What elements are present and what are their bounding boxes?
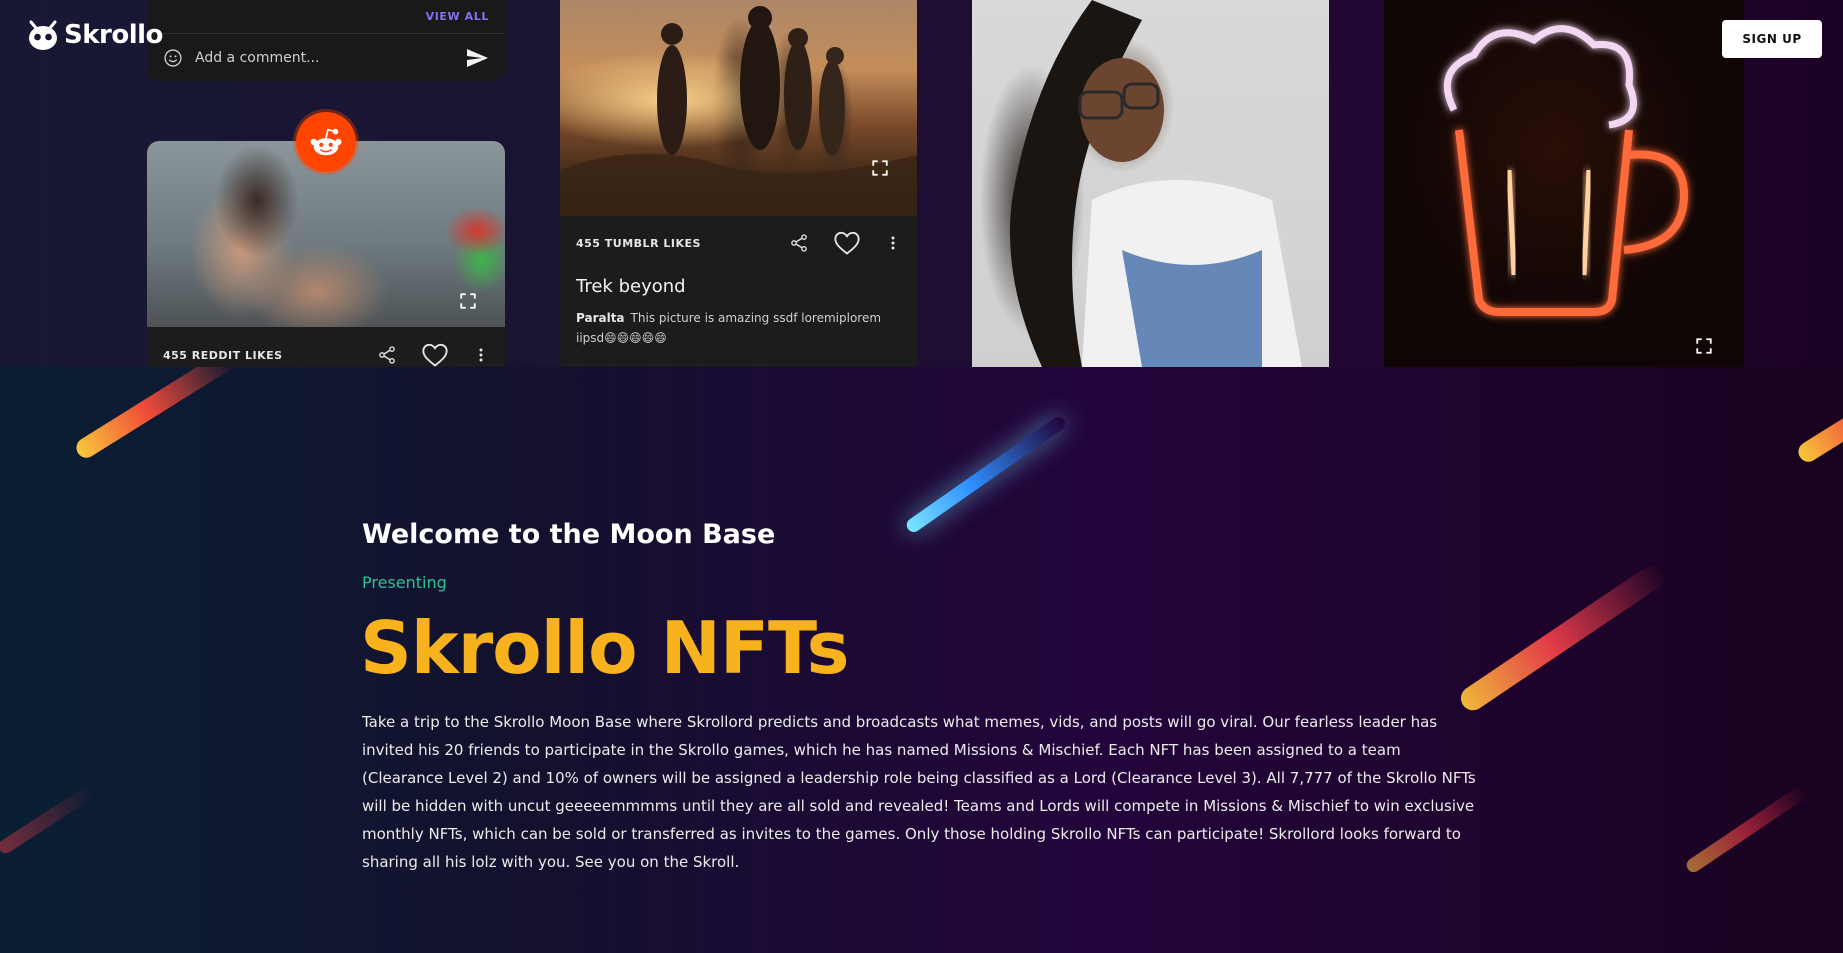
post-image[interactable]: [560, 0, 917, 216]
more-vertical-icon[interactable]: [473, 345, 489, 365]
expand-icon[interactable]: [459, 292, 477, 310]
expand-icon[interactable]: [1695, 337, 1713, 355]
view-all-link[interactable]: VIEW ALL: [426, 10, 489, 23]
meteor-decoration: [0, 784, 97, 856]
welcome-heading: Welcome to the Moon Base: [362, 519, 776, 550]
card-footer: 455 REDDIT LIKES: [147, 331, 505, 367]
meteor-decoration: [1794, 384, 1843, 466]
post-image[interactable]: [972, 0, 1329, 367]
meteor-decoration: [903, 414, 1068, 535]
sign-up-button[interactable]: SIGN UP: [1722, 20, 1822, 58]
post-image[interactable]: [1384, 0, 1744, 367]
meteor-decoration: [72, 367, 236, 462]
reddit-post-card[interactable]: 455 REDDIT LIKES: [147, 141, 505, 367]
share-icon[interactable]: [377, 345, 397, 365]
send-icon[interactable]: [465, 46, 489, 70]
card-actions: [789, 230, 901, 256]
card-actions: [377, 342, 489, 367]
hero-title: Skrollo NFTs: [360, 606, 849, 690]
caption-author[interactable]: Paralta: [576, 311, 625, 325]
share-icon[interactable]: [789, 233, 809, 253]
card-footer: 455 TUMBLR LIKES: [560, 219, 917, 267]
expand-icon[interactable]: [871, 159, 889, 177]
divider: [147, 33, 505, 34]
heart-icon[interactable]: [421, 342, 449, 367]
media-gallery: VIEW ALL 455 REDDIT LIKES: [0, 0, 1843, 367]
presenting-label: Presenting: [362, 573, 447, 592]
emoji-icon[interactable]: [163, 48, 183, 68]
logo-text: Skrollo: [64, 20, 163, 50]
reddit-icon: [296, 112, 356, 172]
hero-description: Take a trip to the Skrollo Moon Base whe…: [362, 713, 1476, 871]
comment-card: VIEW ALL: [147, 0, 505, 81]
post-caption: Paralta This picture is amazing ssdf lore…: [576, 308, 896, 348]
meteor-decoration: [1456, 560, 1669, 715]
site-logo[interactable]: Skrollo: [26, 18, 163, 52]
likes-count: 455 TUMBLR LIKES: [576, 236, 701, 250]
meteor-decoration: [1684, 784, 1808, 875]
more-vertical-icon[interactable]: [885, 233, 901, 253]
heart-icon[interactable]: [833, 230, 861, 256]
robot-logo-icon: [29, 20, 57, 50]
comment-input[interactable]: [195, 50, 465, 66]
comment-row: [163, 42, 489, 74]
post-title: Trek beyond: [576, 276, 686, 297]
likes-count: 455 REDDIT LIKES: [163, 348, 283, 362]
tumblr-post-card[interactable]: 455 TUMBLR LIKES Trek beyond Paralta Thi…: [560, 0, 917, 367]
